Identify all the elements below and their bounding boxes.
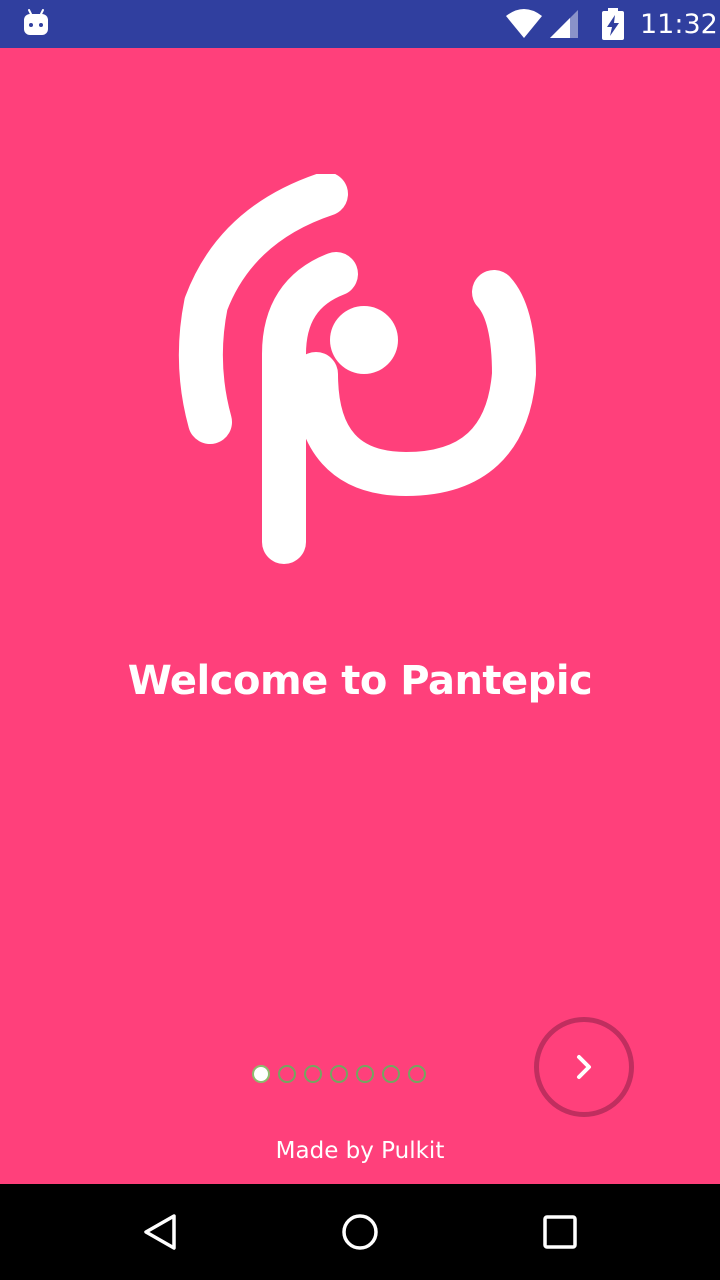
wifi-icon	[506, 9, 542, 38]
page-dot[interactable]	[408, 1065, 426, 1083]
back-icon[interactable]	[140, 1212, 180, 1252]
chevron-right-icon	[577, 1055, 591, 1079]
home-icon[interactable]	[340, 1212, 380, 1252]
page-dot[interactable]	[304, 1065, 322, 1083]
pantepic-logo	[178, 174, 537, 564]
cell-signal-icon	[550, 10, 578, 38]
battery-charging-icon	[602, 8, 624, 40]
page-dot[interactable]	[356, 1065, 374, 1083]
onboarding-page[interactable]: Welcome to Pantepic Made by Pulkit	[0, 48, 720, 1184]
status-bar: 11:32	[0, 0, 720, 48]
android-icon	[24, 9, 48, 35]
next-button[interactable]	[534, 1017, 634, 1117]
recents-icon[interactable]	[540, 1212, 580, 1252]
made-by-footer: Made by Pulkit	[275, 1138, 445, 1164]
navigation-bar	[0, 1184, 720, 1280]
status-time: 11:32	[640, 9, 718, 40]
page-dot[interactable]	[278, 1065, 296, 1083]
page-dot[interactable]	[382, 1065, 400, 1083]
page-dot[interactable]	[330, 1065, 348, 1083]
page-indicator	[252, 1065, 426, 1089]
welcome-title: Welcome to Pantepic	[127, 658, 593, 704]
page-dot-active[interactable]	[252, 1065, 270, 1083]
